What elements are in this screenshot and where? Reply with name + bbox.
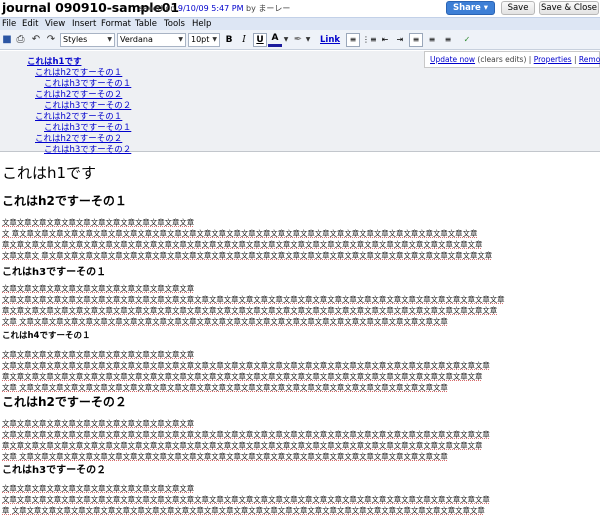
paragraph[interactable]: 文章文章文章文章文章文章文章文章文章文章文章文章文章 文章文章文章文章文章文章文… <box>2 483 598 516</box>
paragraph-line: 文章文章文章文章文章文章文章文章文章文章文章文章文章 <box>2 218 195 227</box>
heading-h3[interactable]: これはh3ですーその１ <box>2 263 106 278</box>
toc-clears-edits-note: (clears edits) <box>477 55 527 64</box>
paragraph-line: 文章文章文章文章文章文章文章文章文章文章文章文章文章 <box>2 419 195 428</box>
spellcheck-icon[interactable]: ✓ <box>460 33 474 47</box>
paragraph-line: 文章文章文章文章文章文章文章文章文章文章文章文章文章文章文章文章文章文章文章文章… <box>2 430 490 439</box>
font-size-select[interactable]: 10pt ▼ <box>188 33 220 47</box>
paragraph-line: 文章文章文章文章文章文章文章文章文章文章文章文章文章文章文章文章文章文章文章文章… <box>2 295 505 304</box>
toc-separator: | <box>573 55 577 64</box>
menu-edit[interactable]: Edit <box>22 19 38 29</box>
share-button[interactable]: Share ▾ <box>446 1 495 15</box>
toc-popup-menu: Update now (clears edits) | Properties |… <box>424 51 600 68</box>
heading-h2[interactable]: これはh2ですーその１ <box>2 192 127 209</box>
heading-h4[interactable]: これはh4ですーその１ <box>2 329 90 341</box>
saved-by: by <box>246 4 256 13</box>
paragraph-line: 文章 文章文章文章文章文章文章文章文章文章文章文章文章文章文章文章文章文章文章文… <box>2 317 448 326</box>
decrease-indent-icon[interactable]: ⇤ <box>378 33 392 47</box>
align-right-icon[interactable]: ≡ <box>441 33 455 47</box>
save-close-button[interactable]: Save & Close <box>539 1 599 15</box>
insert-link-button[interactable]: Link <box>320 33 340 47</box>
paragraph-line: 文章文章文 章文章文章文章文章文章文章文章文章文章文章文章文章文章文章文章文章文… <box>2 251 493 260</box>
paragraph-line: 文章文章文章文章文章文章文章文章文章文章文章文章文章 <box>2 284 195 293</box>
align-center-icon[interactable]: ≡ <box>425 33 439 47</box>
document-body[interactable]: これはh1です これはh2ですーその１ 文章文章文章文章文章文章文章文章文章文章… <box>0 152 600 518</box>
font-size-value: 10pt <box>191 35 210 44</box>
paragraph[interactable]: 文章文章文章文章文章文章文章文章文章文章文章文章文章 文章文章文章文章文章文章文… <box>2 283 598 327</box>
heading-h1[interactable]: これはh1です <box>2 162 96 183</box>
chevron-down-icon: ▼ <box>107 36 112 43</box>
print-icon[interactable]: ⎙ <box>14 33 27 47</box>
toc-remove-link[interactable]: Remove <box>579 55 600 64</box>
saved-user: まーレー <box>258 4 291 13</box>
save-icon[interactable]: ■ <box>1 33 13 47</box>
paragraph-line: 文章文章文章文章文章文章文章文章文章文章文章文章文章 <box>2 350 195 359</box>
menu-help[interactable]: Help <box>192 19 211 29</box>
bold-button[interactable]: B <box>222 33 236 47</box>
undo-icon[interactable]: ↶ <box>30 33 42 47</box>
paragraph-line: 章文章文章文章文章文章文章文章文章文章文章文章文章文章文章文章文章文章文章文章文… <box>2 372 483 381</box>
header-bar: journal 090910-sample01 saved on 9/10/09… <box>0 0 600 17</box>
paragraph-line: 文章文章文章文章文章文章文章文章文章文章文章文章文章文章文章文章文章文章文章文章… <box>2 361 490 370</box>
chevron-down-icon: ▼ <box>212 36 217 43</box>
text-color-button[interactable]: A <box>268 33 282 47</box>
paragraph-line: 文章文章文章文章文章文章文章文章文章文章文章文章文章 <box>2 484 195 493</box>
menu-tools[interactable]: Tools <box>164 19 185 29</box>
toc-properties-link[interactable]: Properties <box>534 55 572 64</box>
style-select-value: Styles <box>63 35 88 44</box>
paragraph-line: 章文章文章文章文章文章文章文章文章文章文章文章文章文章文章文章文章文章文章文章文… <box>2 240 483 249</box>
style-select[interactable]: Styles ▼ <box>60 33 115 47</box>
bullet-list-icon[interactable]: ⋮≡ <box>362 33 377 47</box>
paragraph-line: 文章文章文章文章文章文章文章文章文章文章文章文章文章文章文章文章文章文章文章文章… <box>2 495 490 504</box>
menu-table[interactable]: Table <box>135 19 157 29</box>
redo-icon[interactable]: ↷ <box>45 33 57 47</box>
toc-separator: | <box>528 55 532 64</box>
toolbar: ■ ⎙ ↶ ↷ Styles ▼ Verdana ▼ 10pt ▼ B I U … <box>0 30 600 50</box>
increase-indent-icon[interactable]: ⇥ <box>393 33 407 47</box>
paragraph[interactable]: 文章文章文章文章文章文章文章文章文章文章文章文章文章 文章文章文章文章文章文章文… <box>2 349 598 393</box>
saved-time-link[interactable]: 9/10/09 5:47 PM <box>178 4 244 13</box>
heading-h3[interactable]: これはh3ですーその２ <box>2 461 106 476</box>
paragraph[interactable]: 文章文章文章文章文章文章文章文章文章文章文章文章文章 文章文章文章文章文章文章文… <box>2 418 598 462</box>
toc-update-now-link[interactable]: Update now <box>430 55 475 64</box>
paragraph-line: 文章 文章文章文章文章文章文章文章文章文章文章文章文章文章文章文章文章文章文章文… <box>2 383 448 392</box>
save-button[interactable]: Save <box>501 1 535 15</box>
saved-status: saved on 9/10/09 5:47 PM by まーレー <box>139 3 290 14</box>
heading-h2[interactable]: これはh2ですーその２ <box>2 393 127 410</box>
font-select[interactable]: Verdana ▼ <box>117 33 186 47</box>
font-select-value: Verdana <box>120 35 153 44</box>
chevron-down-icon[interactable]: ▼ <box>282 33 290 47</box>
paragraph-line: 章文章文章文章文章文章文章文章文章文章文章文章文章文章文章文章文章文章文章文章文… <box>2 441 483 450</box>
paragraph-line: 章文章文章文章文章文章文章文章文章文章文章文章文章文章文章文章文章文章文章文章文… <box>2 306 498 315</box>
menu-format[interactable]: Format <box>101 19 131 29</box>
chevron-down-icon[interactable]: ▼ <box>304 33 312 47</box>
menu-bar: File Edit View Insert Format Table Tools… <box>0 17 600 30</box>
highlight-icon[interactable]: ✒ <box>292 33 304 47</box>
chevron-down-icon: ▼ <box>178 36 183 43</box>
italic-button[interactable]: I <box>237 33 251 47</box>
underline-button[interactable]: U <box>253 33 267 47</box>
menu-file[interactable]: File <box>2 19 16 29</box>
paragraph-line: 文 章文章文章文章文章文章文章文章文章文章文章文章文章文章文章文章文章文章文章文… <box>2 229 478 238</box>
paragraph[interactable]: 文章文章文章文章文章文章文章文章文章文章文章文章文章 文 章文章文章文章文章文章… <box>2 217 598 261</box>
saved-prefix: saved on <box>139 4 176 13</box>
numbered-list-icon[interactable]: ≡ <box>346 33 360 47</box>
paragraph-line: 章 文章文章文章文章文章文章文章文章文章文章文章文章文章文章文章文章文章文章文章… <box>2 506 485 515</box>
menu-insert[interactable]: Insert <box>72 19 96 29</box>
menu-view[interactable]: View <box>45 19 65 29</box>
align-left-icon[interactable]: ≡ <box>409 33 423 47</box>
